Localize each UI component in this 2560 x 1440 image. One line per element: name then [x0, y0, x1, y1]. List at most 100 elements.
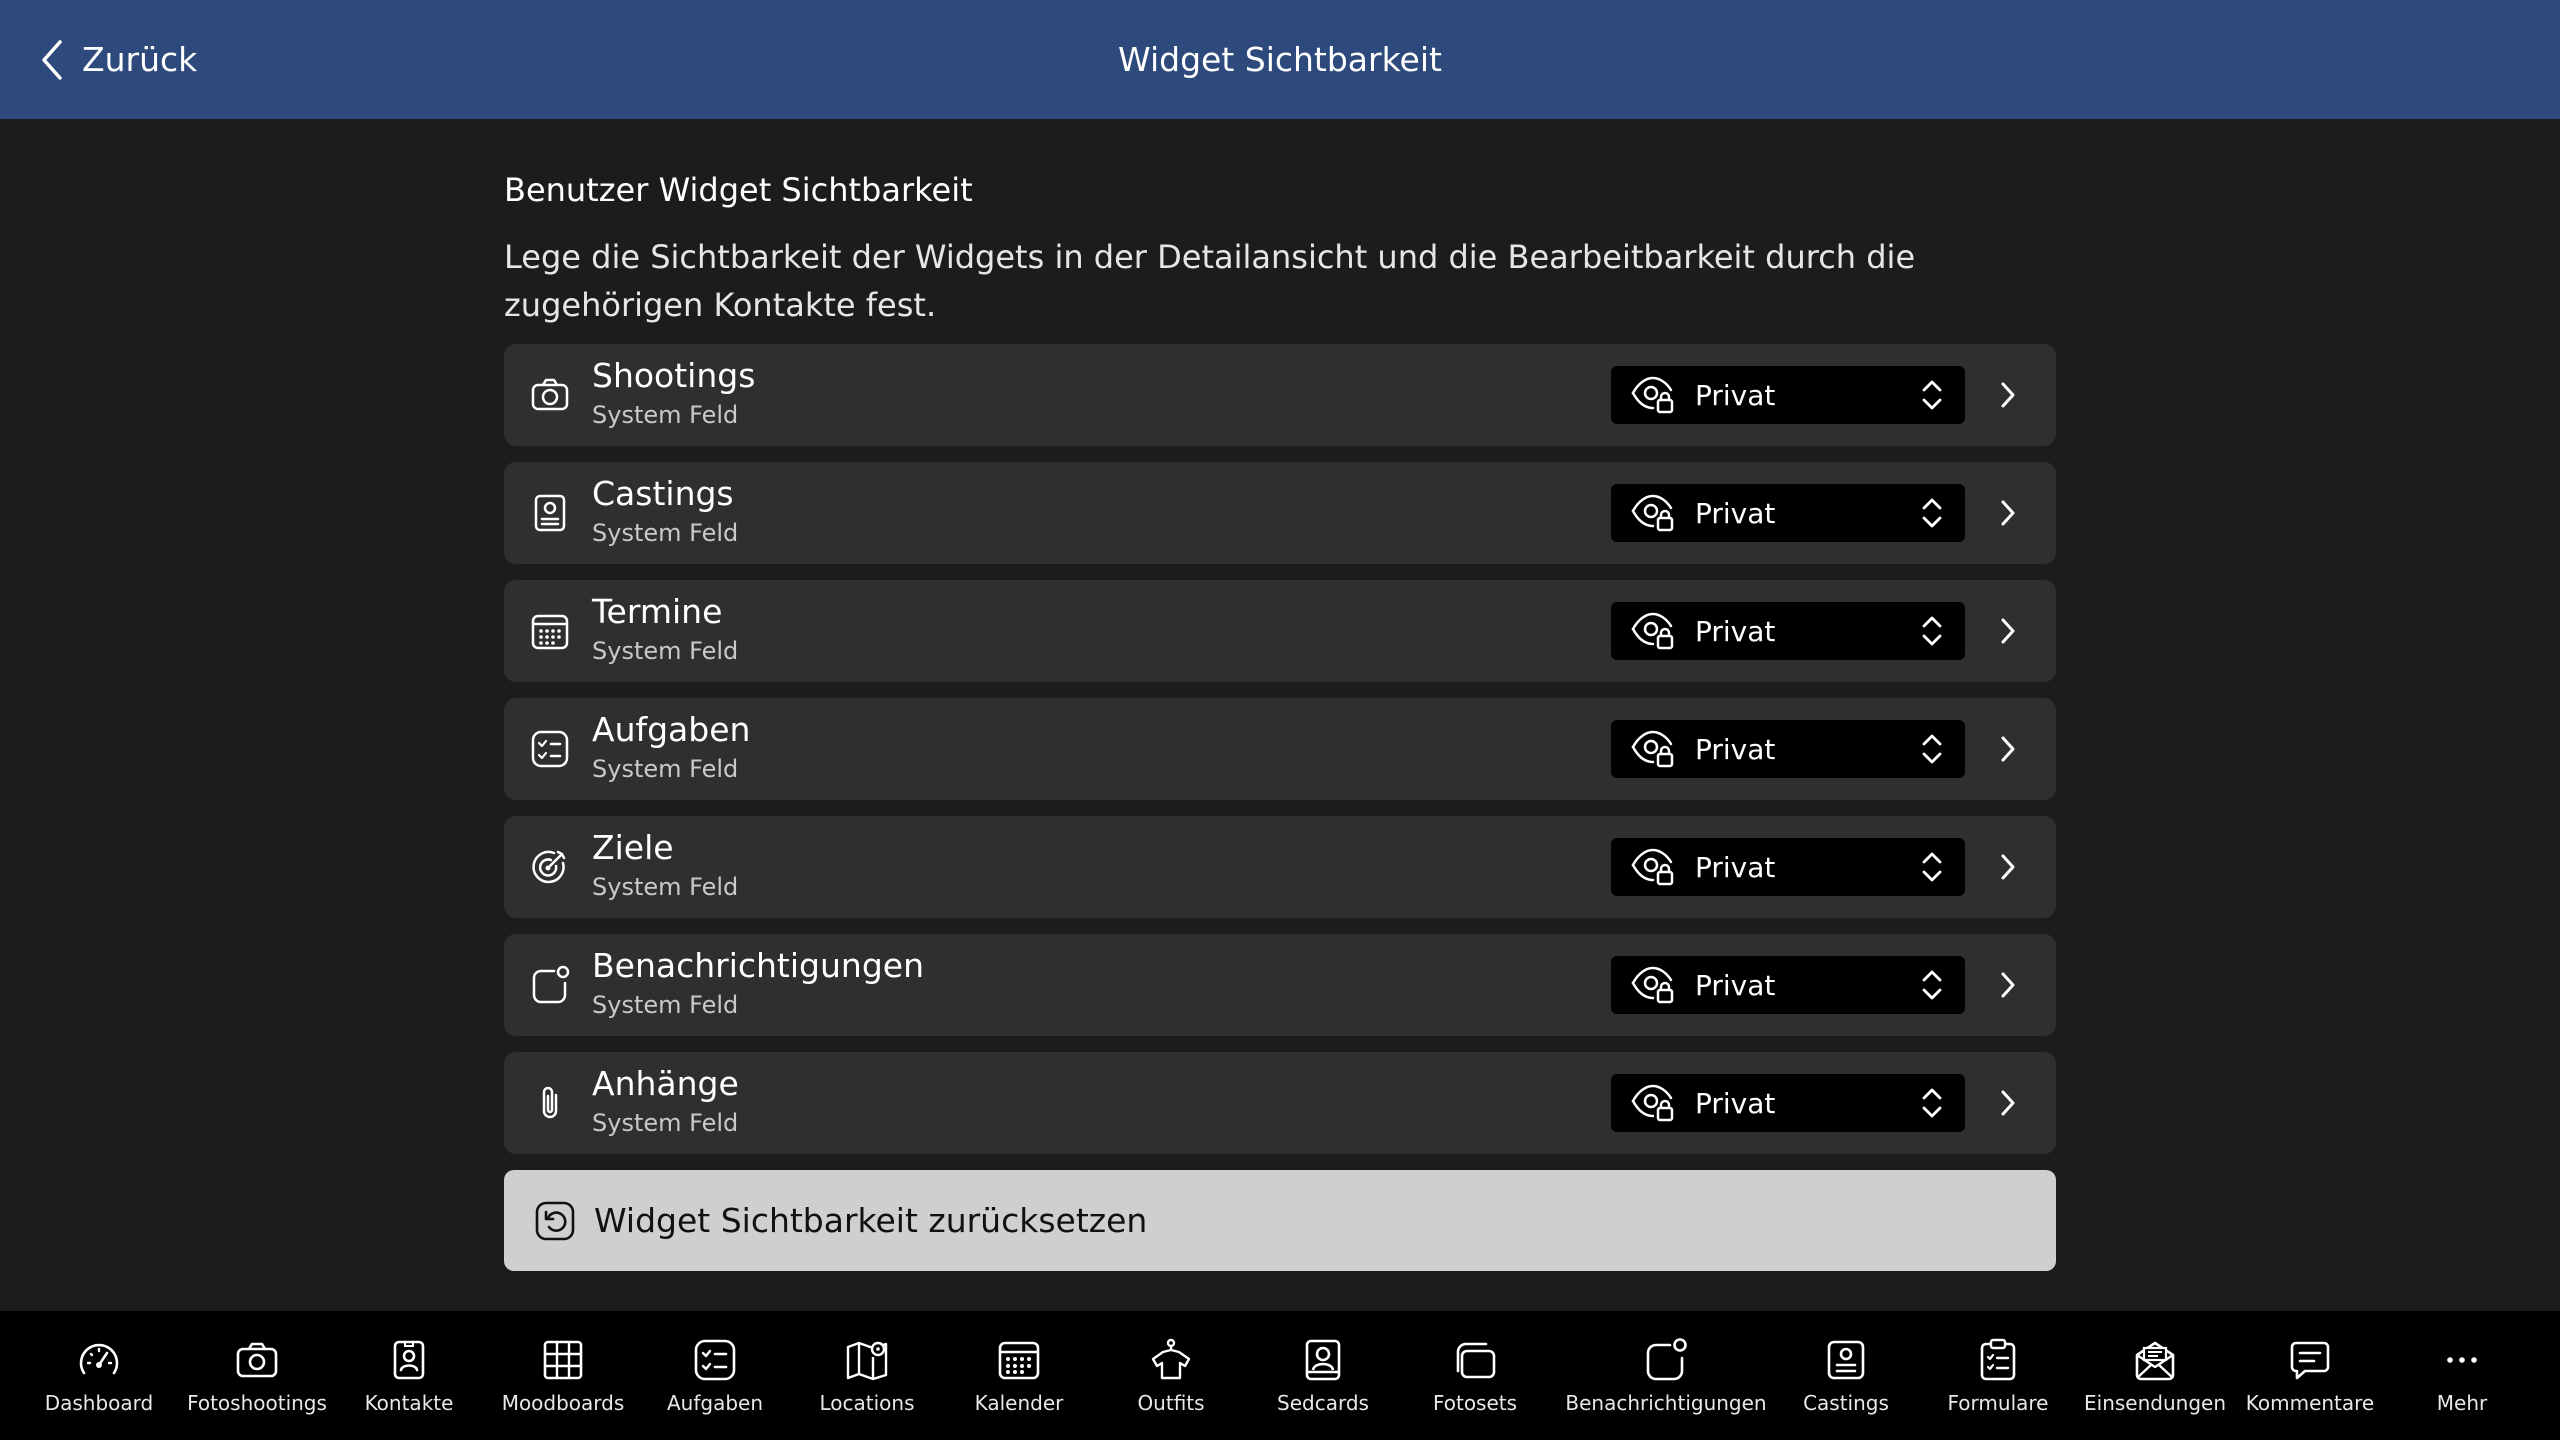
visibility-select[interactable]: Privat: [1611, 838, 1965, 896]
widget-row-benachrichtigungen[interactable]: Benachrichtigungen System Feld Privat: [504, 934, 2056, 1036]
chevron-right-icon: [2001, 618, 2015, 644]
chevron-updown-icon: [1922, 970, 1942, 1000]
back-label: Zurück: [82, 40, 198, 79]
widget-subtitle: System Feld: [592, 637, 739, 665]
widget-subtitle: System Feld: [592, 401, 739, 429]
widget-row-termine[interactable]: Termine System Feld Privat: [504, 580, 2056, 682]
widget-row-anhaenge[interactable]: Anhänge System Feld Privat: [504, 1052, 2056, 1154]
tab-kommentare[interactable]: Kommentare: [2224, 1311, 2396, 1440]
chevron-updown-icon: [1922, 498, 1942, 528]
widget-title: Shootings: [592, 356, 756, 395]
visibility-select[interactable]: Privat: [1611, 366, 1965, 424]
visibility-value: Privat: [1695, 969, 1776, 1002]
widget-subtitle: System Feld: [592, 1109, 739, 1137]
checklist-icon: [692, 1337, 738, 1383]
eye-lock-icon: [1631, 848, 1674, 886]
tab-label: Castings: [1803, 1391, 1889, 1415]
tab-label: Dashboard: [44, 1391, 154, 1415]
portrait-icon: [1300, 1337, 1346, 1383]
widget-title: Termine: [592, 592, 723, 631]
section-title: Benutzer Widget Sichtbarkeit: [504, 171, 973, 209]
chevron-right-icon: [2001, 382, 2015, 408]
widget-subtitle: System Feld: [592, 991, 739, 1019]
widget-title: Ziele: [592, 828, 674, 867]
photo-stack-icon: [1452, 1337, 1498, 1383]
notification-icon: [530, 965, 570, 1005]
camera-icon: [530, 375, 570, 415]
visibility-select[interactable]: Privat: [1611, 484, 1965, 542]
calendar-icon: [996, 1337, 1042, 1383]
widget-row-aufgaben[interactable]: Aufgaben System Feld Privat: [504, 698, 2056, 800]
tab-mehr[interactable]: Mehr: [2396, 1311, 2528, 1440]
page-title: Widget Sichtbarkeit: [1118, 40, 1442, 79]
visibility-select[interactable]: Privat: [1611, 1074, 1965, 1132]
shirt-icon: [1148, 1337, 1194, 1383]
visibility-value: Privat: [1695, 615, 1776, 648]
tab-kalender[interactable]: Kalender: [942, 1311, 1096, 1440]
clipboard-icon: [1975, 1337, 2021, 1383]
mail-icon: [2132, 1337, 2178, 1383]
tab-dashboard[interactable]: Dashboard: [14, 1311, 184, 1440]
tab-label: Sedcards: [1277, 1391, 1369, 1415]
badge-icon: [1823, 1337, 1869, 1383]
tab-label: Outfits: [1137, 1391, 1205, 1415]
tab-sedcards[interactable]: Sedcards: [1246, 1311, 1400, 1440]
visibility-value: Privat: [1695, 733, 1776, 766]
eye-lock-icon: [1631, 1084, 1674, 1122]
widget-list: Shootings System Feld Privat Castings Sy…: [504, 344, 2056, 1170]
visibility-value: Privat: [1695, 1087, 1776, 1120]
tab-aufgaben[interactable]: Aufgaben: [638, 1311, 792, 1440]
chevron-right-icon: [2001, 736, 2015, 762]
tab-castings[interactable]: Castings: [1782, 1311, 1910, 1440]
gauge-icon: [76, 1337, 122, 1383]
app: Zurück Widget Sichtbarkeit Benutzer Widg…: [0, 0, 2560, 1440]
tab-fotoshootings[interactable]: Fotoshootings: [184, 1311, 330, 1440]
chevron-updown-icon: [1922, 380, 1942, 410]
widget-subtitle: System Feld: [592, 519, 739, 547]
tab-einsendungen[interactable]: Einsendungen: [2084, 1311, 2226, 1440]
tab-label: Einsendungen: [2084, 1391, 2226, 1415]
widget-subtitle: System Feld: [592, 873, 739, 901]
tab-label: Mehr: [2436, 1391, 2488, 1415]
visibility-value: Privat: [1695, 851, 1776, 884]
chevron-updown-icon: [1922, 616, 1942, 646]
tab-moodboards[interactable]: Moodboards: [488, 1311, 638, 1440]
bottom-tab-bar: Dashboard Fotoshootings Kontakte Moodboa…: [0, 1311, 2560, 1440]
visibility-select[interactable]: Privat: [1611, 602, 1965, 660]
comment-icon: [2287, 1337, 2333, 1383]
visibility-select[interactable]: Privat: [1611, 720, 1965, 778]
badge-icon: [530, 493, 570, 533]
widget-row-castings[interactable]: Castings System Feld Privat: [504, 462, 2056, 564]
eye-lock-icon: [1631, 494, 1674, 532]
widget-row-ziele[interactable]: Ziele System Feld Privat: [504, 816, 2056, 918]
chevron-updown-icon: [1922, 734, 1942, 764]
target-icon: [530, 847, 570, 887]
reset-visibility-button[interactable]: Widget Sichtbarkeit zurücksetzen: [504, 1170, 2056, 1271]
chevron-right-icon: [2001, 972, 2015, 998]
chevron-right-icon: [2001, 1090, 2015, 1116]
map-pin-icon: [844, 1337, 890, 1383]
tab-label: Kontakte: [364, 1391, 454, 1415]
top-navigation-bar: Zurück Widget Sichtbarkeit: [0, 0, 2560, 119]
more-icon: [2439, 1337, 2485, 1383]
tab-formulare[interactable]: Formulare: [1910, 1311, 2086, 1440]
tab-benachrichtigungen[interactable]: Benachrichtigungen: [1550, 1311, 1782, 1440]
back-button[interactable]: Zurück: [38, 0, 197, 119]
visibility-select[interactable]: Privat: [1611, 956, 1965, 1014]
tab-label: Aufgaben: [666, 1391, 764, 1415]
widget-title: Aufgaben: [592, 710, 751, 749]
tab-outfits[interactable]: Outfits: [1096, 1311, 1246, 1440]
paperclip-icon: [530, 1083, 570, 1123]
tab-fotosets[interactable]: Fotosets: [1400, 1311, 1550, 1440]
tab-label: Kalender: [974, 1391, 1064, 1415]
tab-label: Benachrichtigungen: [1565, 1391, 1767, 1415]
tab-locations[interactable]: Locations: [792, 1311, 942, 1440]
chevron-updown-icon: [1922, 852, 1942, 882]
chevron-updown-icon: [1922, 1088, 1942, 1118]
visibility-value: Privat: [1695, 379, 1776, 412]
contact-icon: [386, 1337, 432, 1383]
widget-row-shootings[interactable]: Shootings System Feld Privat: [504, 344, 2056, 446]
tab-kontakte[interactable]: Kontakte: [330, 1311, 488, 1440]
eye-lock-icon: [1631, 612, 1674, 650]
chevron-right-icon: [2001, 854, 2015, 880]
